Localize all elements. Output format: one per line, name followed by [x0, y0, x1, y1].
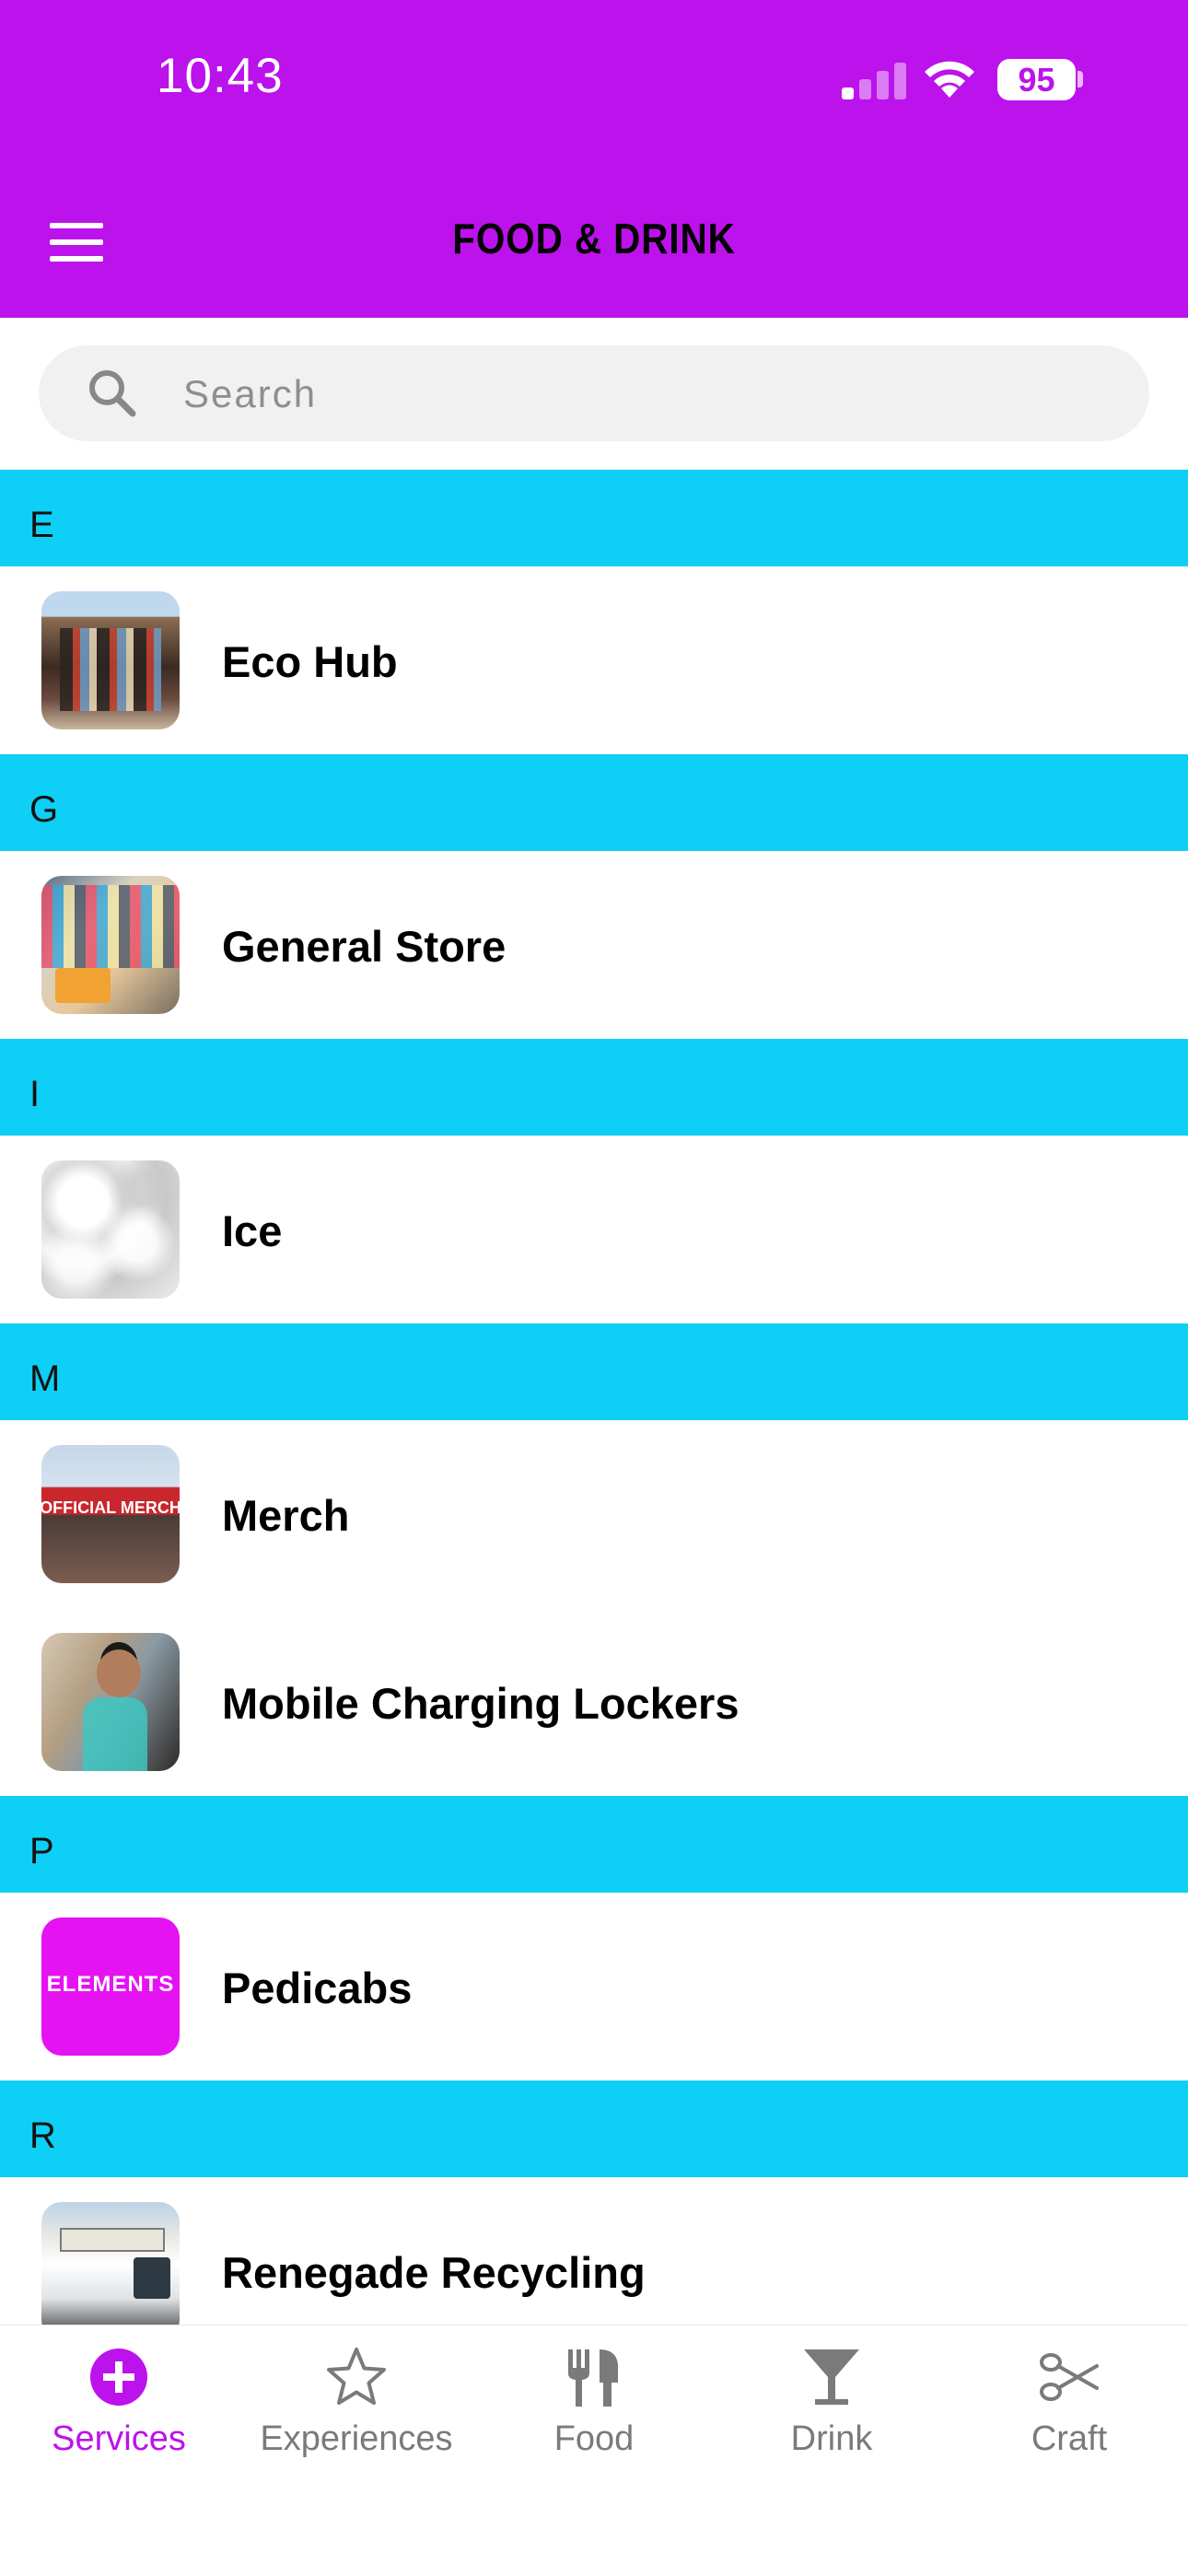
list-item-ice[interactable]: Ice — [0, 1136, 1188, 1323]
ice-thumbnail — [41, 1160, 180, 1299]
pedicabs-logo-thumbnail: ELEMENTS — [41, 1917, 180, 2056]
section-letter: R — [29, 2116, 56, 2156]
scissors-icon — [1040, 2353, 1099, 2401]
search-input[interactable] — [181, 345, 1106, 443]
list-item-eco-hub[interactable]: Eco Hub — [0, 566, 1188, 754]
services-list: E Eco Hub G General Store I Ice M OFFICI… — [0, 470, 1188, 2365]
section-header-e: E — [0, 470, 1188, 566]
tab-drink[interactable]: Drink — [713, 2325, 950, 2482]
merch-thumbnail: OFFICIAL MERCH — [41, 1445, 180, 1583]
wifi-icon — [925, 61, 974, 98]
tab-experiences[interactable]: Experiences — [238, 2325, 475, 2482]
section-letter: E — [29, 505, 54, 545]
tab-label: Services — [52, 2419, 186, 2458]
list-item-mobile-charging-lockers[interactable]: Mobile Charging Lockers — [0, 1608, 1188, 1796]
merch-thumbnail-text: OFFICIAL MERCH — [41, 1498, 180, 1517]
section-letter: I — [29, 1074, 41, 1114]
plus-circle-icon — [90, 2349, 147, 2406]
list-item-label: Eco Hub — [222, 637, 398, 686]
battery-level: 95 — [1018, 60, 1055, 99]
list-item-label: Pedicabs — [222, 1964, 413, 2012]
eco-hub-thumbnail — [41, 591, 180, 729]
section-letter: P — [29, 1831, 54, 1871]
tab-label: Craft — [1031, 2419, 1108, 2458]
list-item-general-store[interactable]: General Store — [0, 851, 1188, 1039]
list-item-label: Ice — [222, 1206, 283, 1255]
mobile-charging-thumbnail — [41, 1633, 180, 1771]
tab-food[interactable]: Food — [475, 2325, 713, 2482]
section-letter: G — [29, 789, 59, 830]
tab-label: Food — [553, 2419, 635, 2458]
status-time: 10:43 — [157, 49, 284, 103]
section-header-p: P — [0, 1796, 1188, 1893]
search-icon — [89, 370, 136, 417]
fork-knife-icon — [568, 2349, 618, 2407]
section-header-i: I — [0, 1039, 1188, 1136]
list-item-label: Mobile Charging Lockers — [222, 1679, 740, 1728]
tab-services[interactable]: Services — [0, 2325, 238, 2482]
battery-indicator: 95 — [997, 59, 1076, 100]
renegade-recycling-thumbnail — [41, 2202, 180, 2340]
general-store-thumbnail — [41, 876, 180, 1014]
cellular-signal-icon — [842, 61, 906, 99]
tab-label: Drink — [790, 2419, 873, 2458]
section-letter: M — [29, 1358, 61, 1399]
tab-craft[interactable]: Craft — [950, 2325, 1188, 2482]
list-item-label: Merch — [222, 1491, 350, 1540]
list-item-label: Renegade Recycling — [222, 2248, 646, 2297]
elements-logo-text: ELEMENTS — [46, 1972, 175, 1997]
bottom-tab-bar: Services Experiences Food Drink Craft — [0, 2325, 1188, 2576]
battery-tip — [1077, 71, 1083, 87]
cocktail-glass-icon — [804, 2349, 859, 2405]
list-item-pedicabs[interactable]: ELEMENTS Pedicabs — [0, 1893, 1188, 2081]
search-bar[interactable] — [39, 345, 1149, 443]
section-header-m: M — [0, 1323, 1188, 1420]
app-header: 10:43 95 FOOD & DRINK — [0, 0, 1188, 318]
tab-label: Experiences — [260, 2419, 453, 2458]
section-header-r: R — [0, 2081, 1188, 2177]
section-header-g: G — [0, 754, 1188, 851]
list-item-label: General Store — [222, 922, 507, 971]
star-icon — [327, 2348, 386, 2405]
list-item-merch[interactable]: OFFICIAL MERCH Merch — [0, 1420, 1188, 1608]
page-title: FOOD & DRINK — [452, 215, 736, 262]
